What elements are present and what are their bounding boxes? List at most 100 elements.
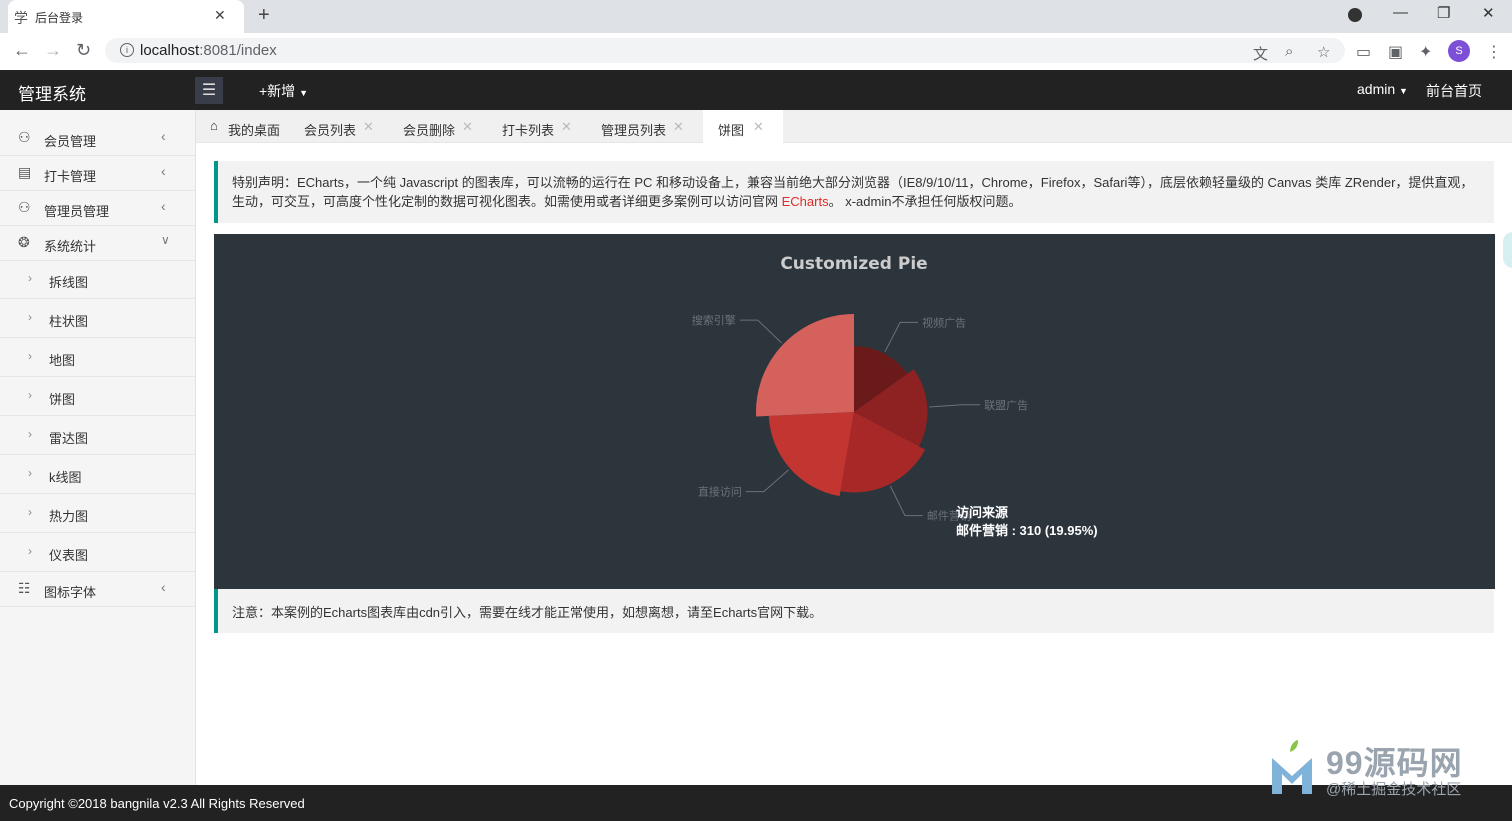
sidebar-subitem-line-chart[interactable]: › 拆线图: [0, 260, 195, 299]
label-line-direct-access: [745, 469, 789, 493]
sidebar-subitem-radar-chart[interactable]: › 雷达图: [0, 416, 195, 455]
admin-menu[interactable]: admin ▼: [1357, 81, 1408, 97]
chevron-right-icon: ›: [28, 388, 32, 402]
sidebar-subitem-bar-chart[interactable]: › 柱状图: [0, 299, 195, 338]
media-control-icon[interactable]: [1348, 8, 1362, 22]
tooltip-series: 访问来源: [956, 505, 1009, 520]
slice-label-direct-access: 直接访问: [698, 485, 742, 499]
frontend-home-link[interactable]: 前台首页: [1426, 81, 1482, 101]
user-icon: ⚇: [18, 129, 31, 145]
echarts-link[interactable]: ECharts: [782, 194, 829, 209]
new-tab-icon[interactable]: +: [258, 4, 270, 27]
chevron-right-icon: ›: [28, 544, 32, 558]
sidebar-subitem-label: 仪表图: [49, 548, 89, 563]
tab-close-icon[interactable]: ✕: [462, 119, 473, 135]
restore-icon[interactable]: ❐: [1437, 4, 1450, 22]
tab-close-icon[interactable]: ✕: [561, 119, 572, 135]
translate-icon[interactable]: 文: [1253, 43, 1268, 64]
sidebar-subitem-k-line-chart[interactable]: › k线图: [0, 455, 195, 494]
address-bar[interactable]: [105, 38, 1345, 63]
notice-box: 特别声明：ECharts，一个纯 Javascript 的图表库，可以流畅的运行…: [214, 161, 1494, 223]
floating-bubble[interactable]: [1503, 232, 1512, 268]
chevron-right-icon: ›: [28, 349, 32, 363]
close-window-icon[interactable]: ✕: [1482, 4, 1495, 22]
chart-tooltip: 访问来源 邮件营销 : 310 (19.95%): [956, 504, 1098, 540]
tab-close-icon[interactable]: ✕: [363, 119, 374, 135]
pie-slice-direct-access[interactable]: [768, 412, 854, 497]
sidebar-item-admins[interactable]: ⚇ 管理员管理 ‹: [0, 190, 195, 226]
sidebar-subitem-label: 热力图: [49, 509, 89, 524]
info-icon[interactable]: i: [120, 43, 134, 57]
minimize-icon[interactable]: —: [1393, 4, 1408, 21]
tab-label: 会员删除: [403, 123, 456, 138]
browser-tab-title: 后台登录: [35, 11, 84, 25]
forward-icon[interactable]: →: [44, 40, 62, 61]
graduation-cap-icon: 学: [14, 10, 28, 26]
sidebar-subitem-pie-chart[interactable]: › 饼图: [0, 377, 195, 416]
tab-my-desktop[interactable]: ⌂ 我的桌面: [204, 110, 294, 142]
reload-icon[interactable]: ↻: [76, 40, 91, 61]
add-new-menu[interactable]: +新增 ▼: [259, 81, 308, 101]
admin-label: admin: [1357, 81, 1396, 97]
sidebar-item-statistics[interactable]: ❂ 系统统计 ∨: [0, 225, 195, 261]
chevron-right-icon: ›: [28, 310, 32, 324]
sidebar-item-icon-font[interactable]: ☷ 图标字体 ‹: [0, 571, 195, 607]
chevron-left-icon: ‹: [161, 579, 166, 595]
bookmark-star-icon[interactable]: ☆: [1317, 43, 1330, 61]
slice-label-video-ads: 视频广告: [922, 315, 966, 329]
chevron-right-icon: ›: [28, 427, 32, 441]
menu-toggle-icon[interactable]: ☰: [195, 77, 223, 104]
sidebar-item-label: 系统统计: [44, 239, 97, 254]
home-icon: ⌂: [210, 118, 218, 133]
sidebar-item-checkin[interactable]: ▤ 打卡管理 ‹: [0, 155, 195, 191]
tab-member-list[interactable]: 会员列表 ✕: [294, 110, 389, 142]
sidebar-subitem-label: k线图: [49, 470, 82, 485]
slice-label-search-engine: 搜索引擎: [692, 313, 736, 327]
sidebar-subitem-label: 雷达图: [49, 431, 89, 446]
notice-text-part: 。 x-admin不承担任何版权问题。: [828, 194, 1022, 209]
tab-pie-chart[interactable]: 饼图 ✕: [703, 110, 783, 143]
close-tab-icon[interactable]: ✕: [214, 7, 226, 24]
slice-label-alliance-ads: 联盟广告: [984, 399, 1028, 412]
grid-icon: ☷: [18, 580, 31, 596]
sidebar-subitem-gauge[interactable]: › 仪表图: [0, 533, 195, 572]
cast-icon[interactable]: ▭: [1356, 42, 1371, 62]
sidebar-subitem-map[interactable]: › 地图: [0, 338, 195, 377]
chevron-down-icon: ∨: [161, 233, 170, 247]
sidebar-item-label: 图标字体: [44, 585, 97, 600]
clipboard-icon: ▤: [18, 164, 32, 180]
chevron-right-icon: ›: [28, 271, 32, 285]
url-text[interactable]: localhost:8081/index: [140, 42, 277, 59]
label-line-search-engine: [739, 319, 783, 344]
more-menu-icon[interactable]: ⋮: [1486, 42, 1502, 62]
tab-admin-list[interactable]: 管理员列表 ✕: [591, 110, 701, 142]
extensions-icon[interactable]: ✦: [1419, 42, 1432, 62]
sidebar-subitem-label: 柱状图: [49, 314, 89, 329]
caret-down-icon: ▼: [1399, 86, 1408, 96]
label-line-alliance-ads: [929, 404, 981, 408]
watermark-subtitle: @稀土掘金技术社区: [1326, 781, 1462, 798]
pie-slice-search-engine[interactable]: [756, 314, 854, 417]
label-line-email-marketing: [889, 485, 923, 517]
tab-member-delete[interactable]: 会员删除 ✕: [393, 110, 488, 142]
camera-icon[interactable]: ▣: [1388, 42, 1403, 62]
sidebar-subitem-heatmap[interactable]: › 热力图: [0, 494, 195, 533]
chevron-right-icon: ›: [28, 466, 32, 480]
profile-avatar[interactable]: S: [1448, 40, 1470, 62]
sidebar-subitem-label: 拆线图: [49, 275, 89, 290]
tab-close-icon[interactable]: ✕: [753, 119, 764, 135]
zoom-icon[interactable]: ⌕: [1285, 43, 1293, 60]
sidebar-item-members[interactable]: ⚇ 会员管理 ‹: [0, 120, 195, 156]
pie-chart[interactable]: Customized Pie 视频广告联盟广告邮件营销直接访问搜索引擎: [214, 234, 1495, 589]
back-icon[interactable]: ←: [13, 40, 31, 61]
tooltip-value: 邮件营销 : 310 (19.95%): [956, 523, 1098, 538]
tab-checkin-list[interactable]: 打卡列表 ✕: [492, 110, 587, 142]
app-header: [0, 70, 1512, 110]
tab-label: 管理员列表: [601, 123, 667, 138]
brand-title: 管理系统: [18, 85, 86, 104]
tab-close-icon[interactable]: ✕: [673, 119, 684, 135]
chart-title: Customized Pie: [780, 254, 927, 274]
sidebar-subitem-label: 地图: [49, 353, 76, 368]
cdn-notice-box: 注意：本案例的Echarts图表库由cdn引入，需要在线才能正常使用，如想离想，…: [214, 589, 1494, 633]
caret-down-icon: ▼: [299, 88, 308, 98]
